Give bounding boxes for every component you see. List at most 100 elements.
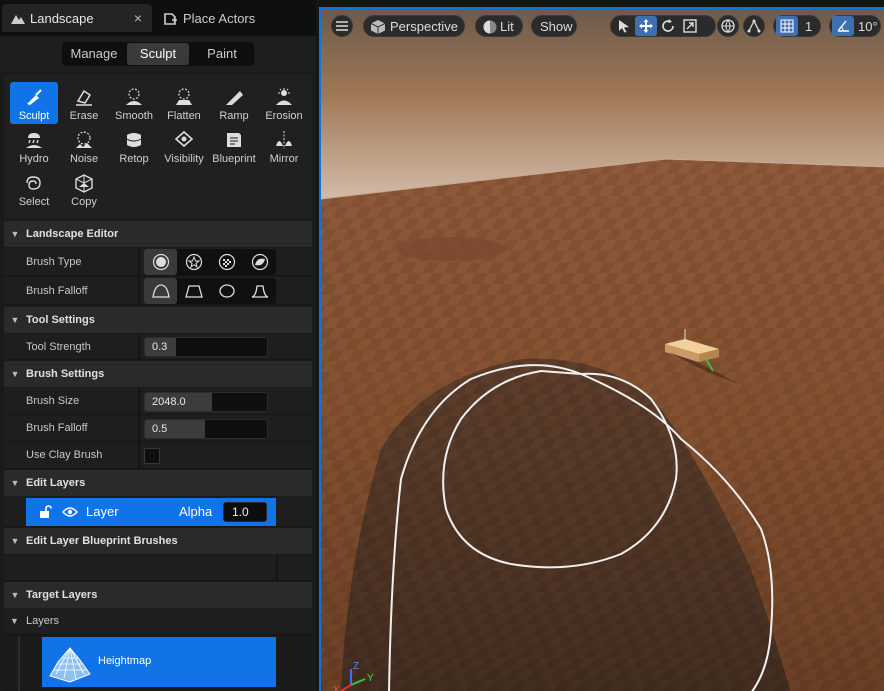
layers-subheader[interactable]: ▼ Layers (4, 609, 312, 635)
mode-paint[interactable]: Paint (191, 43, 253, 65)
tool-blueprint[interactable]: Blueprint (210, 125, 258, 167)
cube-icon (370, 20, 386, 34)
layer-name: Layer (86, 504, 119, 519)
flatten-icon (176, 88, 192, 105)
snap-icon (747, 19, 761, 33)
property-label: Brush Size (26, 395, 80, 407)
tool-erosion[interactable]: Erosion (260, 82, 308, 124)
axis-y-label: Y (367, 673, 374, 684)
angle-snap-value[interactable]: 10° (858, 19, 878, 34)
tool-select[interactable]: Select (10, 168, 58, 210)
section-edit-layer-blueprint-brushes[interactable]: ▼ Edit Layer Blueprint Brushes (4, 528, 312, 554)
tool-strength-slider[interactable]: 0.3 (144, 337, 268, 357)
hydro-icon (26, 133, 42, 148)
alpha-input[interactable]: 1.0 (223, 502, 267, 522)
tool-copy[interactable]: Copy (60, 168, 108, 210)
tab-bar: Landscape × Place Actors (0, 0, 316, 36)
tool-visibility[interactable]: Visibility (160, 125, 208, 167)
tab-landscape[interactable]: Landscape × (2, 4, 152, 32)
unlock-icon[interactable] (38, 505, 52, 522)
collapse-arrow-icon: ▼ (10, 478, 20, 488)
tool-flatten[interactable]: Flatten (160, 82, 208, 124)
tool-strength-row: Tool Strength 0.3 (4, 334, 312, 360)
transform-tools (610, 15, 716, 37)
lit-label: Lit (500, 18, 514, 34)
tool-noise[interactable]: Noise (60, 125, 108, 167)
layer-name: Heightmap (98, 655, 152, 667)
tool-smooth[interactable]: Smooth (110, 82, 158, 124)
section-brush-settings[interactable]: ▼ Brush Settings (4, 361, 312, 387)
row-divider (138, 415, 140, 441)
mode-manage[interactable]: Manage (63, 43, 125, 65)
heightmap-layer-item[interactable]: Heightmap (42, 637, 276, 687)
brush-type-circle-button[interactable] (144, 249, 177, 275)
use-clay-brush-row: Use Clay Brush (4, 442, 312, 469)
blueprint-icon (227, 133, 241, 147)
brush-type-selector (144, 249, 276, 275)
section-title: Target Layers (26, 589, 98, 601)
falloff-tip-button[interactable] (243, 278, 276, 304)
level-viewport[interactable]: Z Y X Perspective Lit Show 1 10° (319, 7, 884, 691)
edit-layer-item[interactable]: Layer Alpha 1.0 (26, 498, 276, 526)
perspective-label: Perspective (390, 18, 458, 34)
section-tool-settings[interactable]: ▼ Tool Settings (4, 307, 312, 333)
section-target-layers[interactable]: ▼ Target Layers (4, 582, 312, 608)
brush-falloff-slider[interactable]: 0.5 (144, 419, 268, 439)
mode-sculpt[interactable]: Sculpt (127, 43, 189, 65)
tool-label: Smooth (115, 110, 153, 122)
tool-sculpt[interactable]: Sculpt (10, 82, 58, 124)
angle-snap-button[interactable]: 10° (829, 15, 881, 37)
show-button[interactable]: Show (531, 15, 577, 37)
tool-mirror[interactable]: Mirror (260, 125, 308, 167)
perspective-button[interactable]: Perspective (363, 15, 465, 37)
section-edit-layers[interactable]: ▼ Edit Layers (4, 470, 312, 496)
ramp-icon (226, 91, 243, 105)
mode-bar: Manage Sculpt Paint (0, 36, 316, 72)
collapse-arrow-icon: ▼ (10, 369, 20, 379)
scale-mode-button[interactable] (679, 16, 701, 36)
leaf-brush-icon (251, 253, 268, 271)
grid-toggle[interactable] (776, 16, 798, 36)
eye-icon[interactable] (62, 506, 78, 521)
tool-hydro[interactable]: Hydro (10, 125, 58, 167)
viewport-scene[interactable]: Z Y X (321, 9, 884, 691)
falloff-smooth-button[interactable] (144, 278, 177, 304)
tool-label: Retop (119, 153, 149, 165)
section-landscape-editor[interactable]: ▼ Landscape Editor (4, 221, 312, 247)
tool-label: Visibility (164, 153, 204, 165)
brush-size-slider[interactable]: 2048.0 (144, 392, 268, 412)
brush-type-alpha-button[interactable] (177, 249, 210, 275)
tool-retop[interactable]: Retop (110, 125, 158, 167)
surface-snap-button[interactable] (743, 15, 765, 37)
row-divider (138, 248, 140, 275)
axis-x-label: X (333, 685, 340, 691)
heightmap-icon (49, 647, 91, 683)
lit-button[interactable]: Lit (475, 15, 523, 37)
tip-falloff-icon (251, 285, 268, 298)
use-clay-brush-checkbox[interactable] (144, 448, 160, 464)
grid-snap-button[interactable]: 1 (773, 15, 821, 37)
rotate-mode-button[interactable] (657, 16, 679, 36)
angle-toggle[interactable] (832, 16, 854, 36)
world-space-button[interactable] (717, 15, 739, 37)
select-mode-button[interactable] (613, 16, 635, 36)
viewport-menu-button[interactable] (331, 15, 353, 37)
brush-type-component-button[interactable] (243, 249, 276, 275)
brush-type-pattern-button[interactable] (210, 249, 243, 275)
tab-place-actors-label: Place Actors (183, 10, 256, 26)
tool-label: Copy (71, 196, 97, 208)
close-icon[interactable]: × (134, 10, 142, 26)
row-divider (138, 442, 140, 468)
translate-mode-button[interactable] (635, 16, 657, 36)
falloff-linear-button[interactable] (177, 278, 210, 304)
tool-ramp[interactable]: Ramp (210, 82, 258, 124)
grid-size-value[interactable]: 1 (805, 19, 812, 34)
axis-z-label: Z (353, 661, 359, 672)
tab-place-actors[interactable]: Place Actors (158, 4, 308, 32)
falloff-spherical-button[interactable] (210, 278, 243, 304)
tool-label: Blueprint (212, 153, 256, 165)
tool-erase[interactable]: Erase (60, 82, 108, 124)
row-divider (138, 277, 140, 304)
smooth-falloff-icon (151, 284, 170, 298)
property-label: Brush Type (26, 255, 82, 268)
